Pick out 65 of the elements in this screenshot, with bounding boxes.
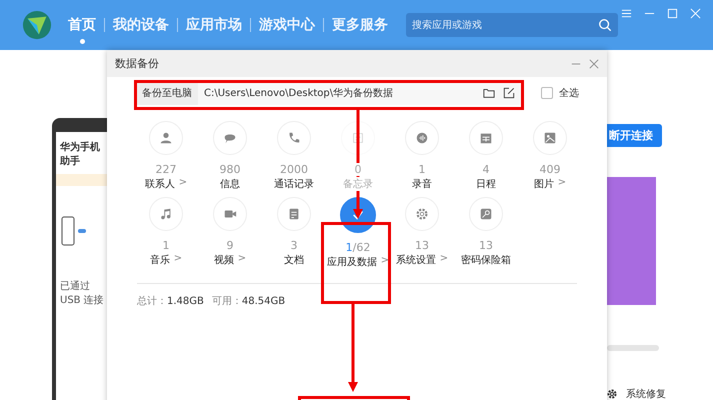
app-logo (22, 10, 52, 40)
item-count: 13 (415, 239, 429, 252)
more-link[interactable]: > (558, 177, 566, 191)
close-icon[interactable] (589, 58, 599, 68)
item-count: 0 (354, 163, 362, 176)
phone-app-title: 华为手机助手 (60, 140, 101, 168)
document-icon (287, 207, 301, 221)
total-label: 总计： (137, 296, 167, 307)
category-label[interactable]: 音乐 (150, 253, 170, 267)
connection-status: 已通过 USB 连接 (60, 280, 105, 307)
item-count: 227 (156, 163, 176, 176)
music-note-icon (159, 207, 173, 221)
category-label[interactable]: 通话记录 (274, 177, 314, 191)
more-link[interactable]: > (238, 253, 246, 267)
gear-icon (415, 207, 429, 221)
free-value: 48.54GB (242, 296, 286, 307)
select-all-label[interactable]: 全选 (559, 86, 579, 100)
path-field[interactable]: C:\Users\Lenovo\Desktop\华为备份数据 (198, 86, 483, 100)
menu-icon[interactable] (621, 8, 632, 19)
category-label[interactable]: 信息 (220, 177, 240, 191)
item-count: 13 (479, 239, 493, 252)
search-field[interactable]: 搜索应用或游戏 (406, 13, 618, 37)
category-label[interactable]: 图片 (534, 177, 554, 191)
item-count: 409 (540, 163, 560, 176)
category-label[interactable]: 文档 (284, 253, 304, 267)
item-total: /62 (352, 241, 370, 254)
image-icon (543, 131, 557, 145)
item-count: 1 (346, 241, 353, 254)
item-count: 1 (162, 239, 170, 252)
item-count: 1 (418, 163, 426, 176)
category-label[interactable]: 联系人 (144, 177, 175, 191)
folder-icon[interactable] (483, 87, 495, 99)
item-count: 980 (220, 163, 240, 176)
maximize-icon[interactable] (667, 8, 678, 19)
phone-icon (287, 131, 301, 145)
item-count: 9 (226, 239, 234, 252)
target-label: 备份至电脑 (137, 81, 198, 105)
disconnect-button[interactable]: 断开连接 (607, 124, 662, 147)
item-count: 3 (290, 239, 298, 252)
more-link[interactable]: > (178, 177, 188, 191)
item-count: 2000 (280, 163, 308, 176)
audio-icon (415, 131, 429, 145)
note-icon (351, 131, 365, 145)
category-label[interactable]: 日程 (476, 177, 496, 191)
select-all-checkbox[interactable] (541, 87, 553, 99)
item-count: 4 (482, 163, 490, 176)
category-label[interactable]: 系统设置 (396, 253, 436, 267)
search-icon[interactable] (598, 18, 612, 32)
person-icon (159, 131, 173, 145)
edit-icon[interactable] (503, 87, 515, 99)
progress-track (607, 345, 659, 351)
category-label[interactable]: 应用及数据 (326, 255, 377, 269)
category-label[interactable]: 密码保险箱 (461, 253, 511, 267)
category-label[interactable]: 录音 (412, 177, 432, 191)
total-value: 1.48GB (167, 296, 204, 307)
gear-icon[interactable] (606, 388, 618, 400)
more-link[interactable]: > (440, 253, 448, 267)
dialog-title: 数据备份 (115, 56, 159, 71)
category-label[interactable]: 视频 (214, 253, 234, 267)
system-repair-link[interactable]: 系统修复 (626, 387, 666, 400)
more-link[interactable]: > (380, 255, 390, 269)
more-link[interactable]: > (174, 253, 182, 267)
calendar-icon (479, 131, 493, 145)
free-label: 可用： (212, 296, 242, 307)
key-icon (479, 207, 493, 221)
